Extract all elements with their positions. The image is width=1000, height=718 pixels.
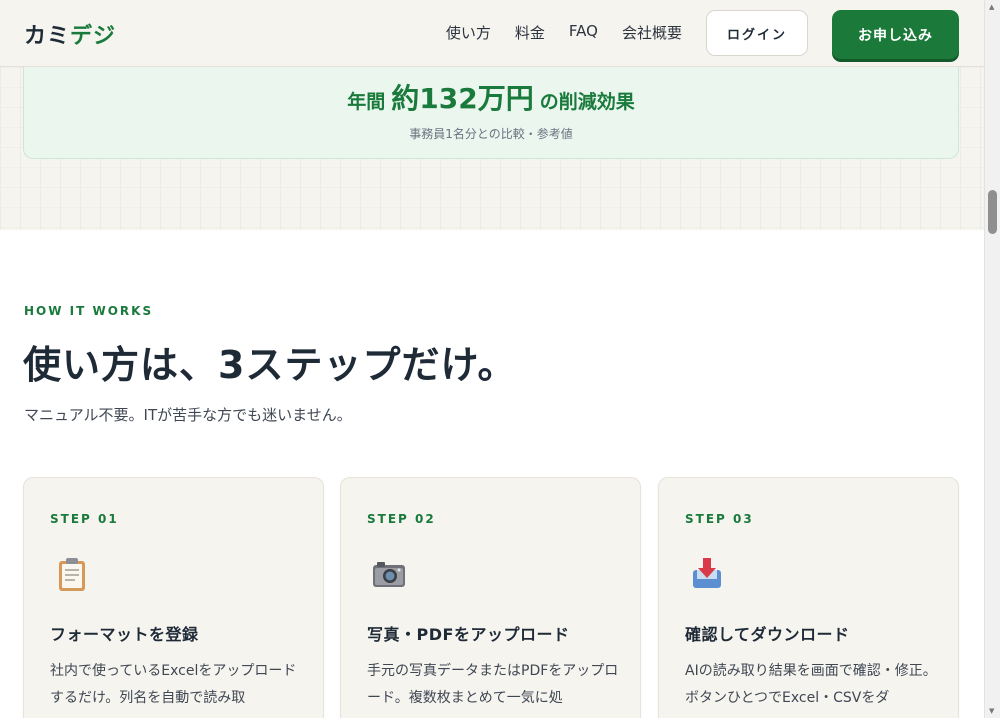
step-card-3: STEP 03 確認してダウンロード AIの読み取り結果を画面で確認・修正。ボタ… [658, 477, 959, 718]
nav-link-how-to[interactable]: 使い方 [446, 22, 491, 43]
logo-text-main: カミ [24, 24, 71, 49]
step-description: 手元の写真データまたはPDFをアップロード。複数枚まとめて一気に処 [367, 663, 619, 706]
step-label: STEP 02 [367, 512, 436, 526]
savings-banner: 年間 約132万円 の削減効果 事務員1名分との比較・参考値 [23, 67, 959, 159]
savings-headline: 年間 約132万円 の削減効果 [24, 77, 958, 117]
step-label: STEP 01 [50, 512, 119, 526]
step-card-2: STEP 02 写真・PDFをアップロード 手元の写真データまたはPDFをアップ… [340, 477, 641, 718]
site-logo[interactable]: カミデジ [24, 18, 116, 50]
step-title: フォーマットを登録 [50, 625, 199, 644]
step-label: STEP 03 [685, 512, 754, 526]
step-description: 社内で使っているExcelをアップロードするだけ。列名を自動で読み取 [50, 663, 297, 706]
site-header: カミデジ 使い方 料金 FAQ 会社概要 ログイン お申し込み [0, 0, 984, 67]
savings-amount: 約132万円 [391, 82, 534, 115]
savings-prefix: 年間 [347, 91, 386, 113]
camera-icon [373, 562, 405, 587]
apply-button[interactable]: お申し込み [832, 10, 959, 59]
login-button[interactable]: ログイン [706, 10, 808, 56]
clipboard-icon [59, 558, 85, 591]
section-title: 使い方は、3ステップだけ。 [23, 343, 517, 387]
main-nav: 使い方 料金 FAQ 会社概要 [446, 22, 682, 43]
page: カミデジ 使い方 料金 FAQ 会社概要 ログイン お申し込み 年間 約132万… [0, 0, 1000, 718]
how-it-works-section: HOW IT WORKS 使い方は、3ステップだけ。 マニュアル不要。ITが苦手… [0, 230, 984, 718]
section-subtitle: マニュアル不要。ITが苦手な方でも迷いません。 [24, 406, 352, 424]
download-tray-icon [693, 558, 721, 588]
nav-link-faq[interactable]: FAQ [569, 22, 598, 43]
scroll-up-icon[interactable]: ▲ [989, 3, 994, 11]
savings-suffix: の削減効果 [539, 91, 635, 113]
step-title: 確認してダウンロード [685, 625, 850, 644]
section-eyebrow: HOW IT WORKS [24, 304, 154, 318]
logo-text-accent: デジ [70, 24, 117, 49]
nav-link-pricing[interactable]: 料金 [515, 22, 545, 43]
step-title: 写真・PDFをアップロード [367, 625, 570, 644]
savings-note: 事務員1名分との比較・参考値 [409, 127, 573, 141]
scrollbar-thumb[interactable] [988, 190, 997, 234]
page-scrollbar[interactable]: ▲ ▼ [984, 0, 1000, 718]
step-card-1: STEP 01 フォーマットを登録 社内で使っているExcelをアップロードする… [23, 477, 324, 718]
nav-link-company[interactable]: 会社概要 [622, 22, 682, 43]
scroll-down-icon[interactable]: ▼ [989, 707, 994, 715]
step-description: AIの読み取り結果を画面で確認・修正。ボタンひとつでExcel・CSVをダ [685, 663, 937, 706]
